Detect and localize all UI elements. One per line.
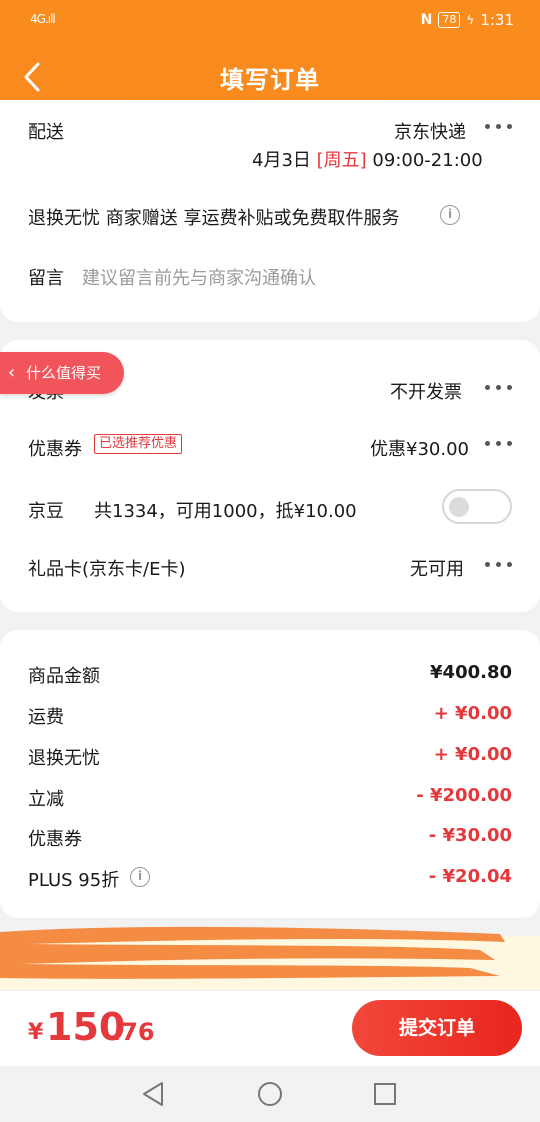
delivery-time[interactable]: 4月3日 [周五] 09:00-21:00 bbox=[252, 146, 483, 172]
delivery-label: 配送 bbox=[28, 122, 64, 143]
summary-label: PLUS 95折 bbox=[28, 870, 120, 891]
message-label: 留言 bbox=[28, 268, 64, 289]
summary-label: 优惠券 bbox=[28, 829, 82, 850]
summary-label: 商品金额 bbox=[28, 666, 100, 687]
jingdou-label: 京豆 bbox=[28, 501, 64, 522]
page-title: 填写订单 bbox=[220, 66, 320, 94]
message-input[interactable]: 建议留言前先与商家沟通确认 bbox=[82, 264, 316, 290]
coupon-value[interactable]: 优惠¥30.00 bbox=[370, 435, 469, 461]
smzdm-floating-tag[interactable]: ‹ 什么值得买 bbox=[0, 352, 124, 394]
nfc-icon: N bbox=[420, 12, 433, 28]
more-icon[interactable] bbox=[485, 439, 515, 449]
delivery-date: 4月3日 bbox=[252, 150, 311, 171]
chevron-left-icon: ‹ bbox=[8, 362, 16, 383]
summary-amount: + ¥0.00 bbox=[433, 703, 512, 724]
submit-order-button[interactable]: 提交订单 bbox=[352, 1000, 522, 1056]
recents-square-icon[interactable] bbox=[372, 1081, 398, 1107]
charging-icon: ϟ bbox=[466, 13, 475, 27]
total-decimal: .76 bbox=[112, 1018, 155, 1046]
coupon-label: 优惠券 bbox=[28, 439, 82, 460]
back-triangle-icon[interactable] bbox=[140, 1080, 168, 1108]
more-icon[interactable] bbox=[485, 383, 515, 393]
more-icon[interactable] bbox=[485, 560, 515, 570]
total-currency: ¥ bbox=[28, 1020, 44, 1045]
toggle-knob bbox=[449, 497, 469, 517]
invoice-value[interactable]: 不开发票 bbox=[390, 378, 462, 404]
summary-label: 运费 bbox=[28, 707, 64, 728]
summary-amount: - ¥30.00 bbox=[428, 825, 512, 846]
summary-label: 立减 bbox=[28, 789, 64, 810]
signal-icon: 4G.ıll bbox=[30, 12, 56, 26]
delivery-time-range: 09:00-21:00 bbox=[372, 150, 483, 171]
redaction-scribble bbox=[0, 926, 505, 979]
clock: 1:31 bbox=[480, 11, 514, 29]
system-nav-bar bbox=[0, 1066, 540, 1122]
jingdou-desc: 共1334，可用1000，抵¥10.00 bbox=[94, 501, 357, 522]
summary-amount: ¥400.80 bbox=[430, 662, 512, 683]
summary-label: 退换无忧 bbox=[28, 748, 100, 769]
jingdou-toggle[interactable] bbox=[442, 489, 512, 524]
home-circle-icon[interactable] bbox=[256, 1080, 284, 1108]
summary-amount: - ¥20.04 bbox=[428, 866, 512, 887]
battery-icon: 78 bbox=[438, 12, 461, 28]
floating-tag-label: 什么值得买 bbox=[26, 364, 102, 382]
return-service-text: 退换无忧 商家赠送 享运费补贴或免费取件服务 bbox=[28, 208, 400, 229]
info-icon[interactable]: i bbox=[130, 867, 150, 887]
status-right: N 78 ϟ 1:31 bbox=[421, 11, 514, 29]
summary-amount: - ¥200.00 bbox=[416, 785, 512, 806]
info-icon[interactable]: i bbox=[440, 205, 460, 225]
carrier-value[interactable]: 京东快递 bbox=[394, 118, 466, 144]
giftcard-value[interactable]: 无可用 bbox=[410, 555, 464, 581]
giftcard-label: 礼品卡(京东卡/E卡) bbox=[28, 559, 186, 580]
header-bar: 4G.ıll N 78 ϟ 1:31 填写订单 bbox=[0, 0, 540, 114]
summary-amount: + ¥0.00 bbox=[433, 744, 512, 765]
delivery-weekday: [周五] bbox=[316, 150, 367, 171]
more-icon[interactable] bbox=[485, 122, 515, 132]
status-bar: 4G.ıll N 78 ϟ 1:31 bbox=[0, 0, 540, 40]
coupon-badge: 已选推荐优惠 bbox=[94, 434, 183, 454]
